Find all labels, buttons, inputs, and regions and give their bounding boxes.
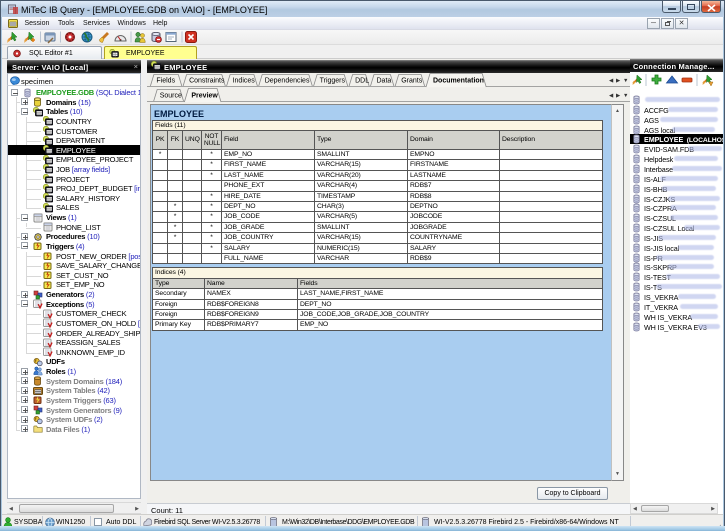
svg-text:Indices: Indices (233, 78, 256, 85)
svg-text:DDL: DDL (355, 78, 369, 85)
svg-text:Preview: Preview (191, 93, 218, 100)
svg-text:Grants: Grants (401, 78, 423, 85)
svg-text:▼: ▼ (623, 78, 628, 84)
svg-text:◀: ◀ (609, 78, 614, 84)
svg-text:▼: ▼ (623, 93, 628, 99)
svg-text:Triggers: Triggers (320, 78, 346, 85)
svg-text:Data: Data (377, 78, 392, 85)
svg-text:Documentation: Documentation (433, 78, 484, 85)
svg-text:◀: ◀ (609, 93, 614, 99)
svg-text:▶: ▶ (616, 78, 621, 84)
svg-text:▶: ▶ (616, 93, 621, 99)
svg-text:Source: Source (160, 93, 182, 100)
svg-text:Dependencies: Dependencies (265, 78, 310, 85)
svg-text:Constraints: Constraints (189, 78, 225, 85)
svg-text:Fields: Fields (156, 78, 175, 85)
